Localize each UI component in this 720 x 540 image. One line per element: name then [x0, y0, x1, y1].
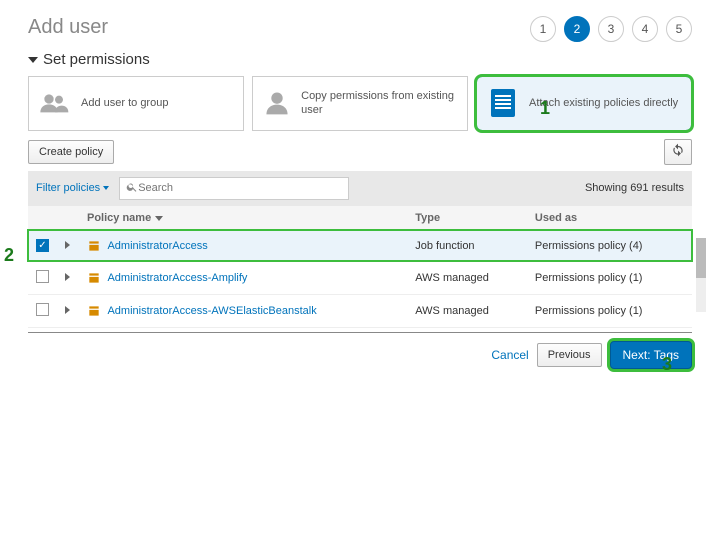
col-header-type[interactable]: Type [407, 206, 527, 231]
policy-used: Permissions policy (1) [527, 261, 692, 294]
option-label: Add user to group [81, 96, 168, 110]
previous-button[interactable]: Previous [537, 343, 602, 367]
chevron-down-icon [103, 186, 109, 190]
policy-icon [87, 271, 101, 285]
annotation-3: 3 [662, 354, 672, 375]
refresh-button[interactable] [664, 139, 692, 165]
annotation-1: 1 [540, 98, 550, 119]
step-3[interactable]: 3 [598, 16, 624, 42]
policy-name-link[interactable]: AdministratorAccess [107, 240, 207, 252]
next-tags-button[interactable]: Next: Tags [610, 341, 692, 369]
option-label: Attach existing policies directly [529, 96, 678, 110]
search-input[interactable] [138, 182, 342, 194]
option-copy-existing[interactable]: Copy permissions from existing user [252, 76, 468, 131]
col-header-name[interactable]: Policy name [79, 206, 407, 231]
footer-buttons: Cancel Previous Next: Tags [28, 332, 692, 369]
search-field[interactable] [119, 177, 349, 200]
caret-down-icon [28, 57, 38, 63]
step-5[interactable]: 5 [666, 16, 692, 42]
scrollbar[interactable] [696, 238, 706, 312]
checkbox[interactable]: ✓ [36, 239, 49, 252]
filter-policies-dropdown[interactable]: Filter policies [36, 182, 109, 194]
sort-icon [155, 216, 163, 221]
step-1[interactable]: 1 [530, 16, 556, 42]
option-attach-direct[interactable]: Attach existing policies directly [476, 76, 692, 131]
section-header[interactable]: Set permissions [28, 51, 692, 68]
scrollbar-thumb[interactable] [696, 238, 706, 278]
step-2[interactable]: 2 [564, 16, 590, 42]
search-icon [126, 181, 138, 196]
filter-bar: Filter policies Showing 691 results [28, 171, 692, 206]
expand-icon[interactable] [65, 273, 70, 281]
stepper: 1 2 3 4 5 [530, 16, 692, 42]
table-row[interactable]: AdministratorAccess-Amplify AWS managed … [28, 261, 692, 294]
section-title: Set permissions [43, 51, 150, 68]
step-4[interactable]: 4 [632, 16, 658, 42]
policy-icon [87, 304, 101, 318]
table-row[interactable]: ✓ AdministratorAccess Job function Permi… [28, 230, 692, 261]
results-count: Showing 691 results [585, 182, 684, 194]
policies-table: Policy name Type Used as ✓ Administrator… [28, 206, 692, 328]
option-label: Copy permissions from existing user [301, 89, 457, 118]
option-add-to-group[interactable]: Add user to group [28, 76, 244, 131]
document-icon [487, 91, 519, 115]
policy-used: Permissions policy (1) [527, 294, 692, 327]
cancel-button[interactable]: Cancel [491, 348, 528, 362]
permission-options: Add user to group Copy permissions from … [28, 76, 692, 131]
policy-name-link[interactable]: AdministratorAccess-Amplify [107, 272, 247, 284]
policy-name-link[interactable]: AdministratorAccess-AWSElasticBeanstalk [107, 305, 316, 317]
refresh-icon [671, 143, 685, 160]
users-icon [39, 91, 71, 115]
policy-icon [87, 239, 101, 253]
col-header-used[interactable]: Used as [527, 206, 692, 231]
table-row[interactable]: AdministratorAccess-AWSElasticBeanstalk … [28, 294, 692, 327]
policy-used: Permissions policy (4) [527, 230, 692, 261]
filter-label: Filter policies [36, 182, 100, 194]
create-policy-button[interactable]: Create policy [28, 140, 114, 164]
policy-type: AWS managed [407, 294, 527, 327]
checkbox[interactable] [36, 303, 49, 316]
checkbox[interactable] [36, 270, 49, 283]
expand-icon[interactable] [65, 306, 70, 314]
annotation-2: 2 [4, 245, 14, 266]
policy-type: AWS managed [407, 261, 527, 294]
expand-icon[interactable] [65, 241, 70, 249]
user-icon [263, 91, 291, 115]
policy-type: Job function [407, 230, 527, 261]
